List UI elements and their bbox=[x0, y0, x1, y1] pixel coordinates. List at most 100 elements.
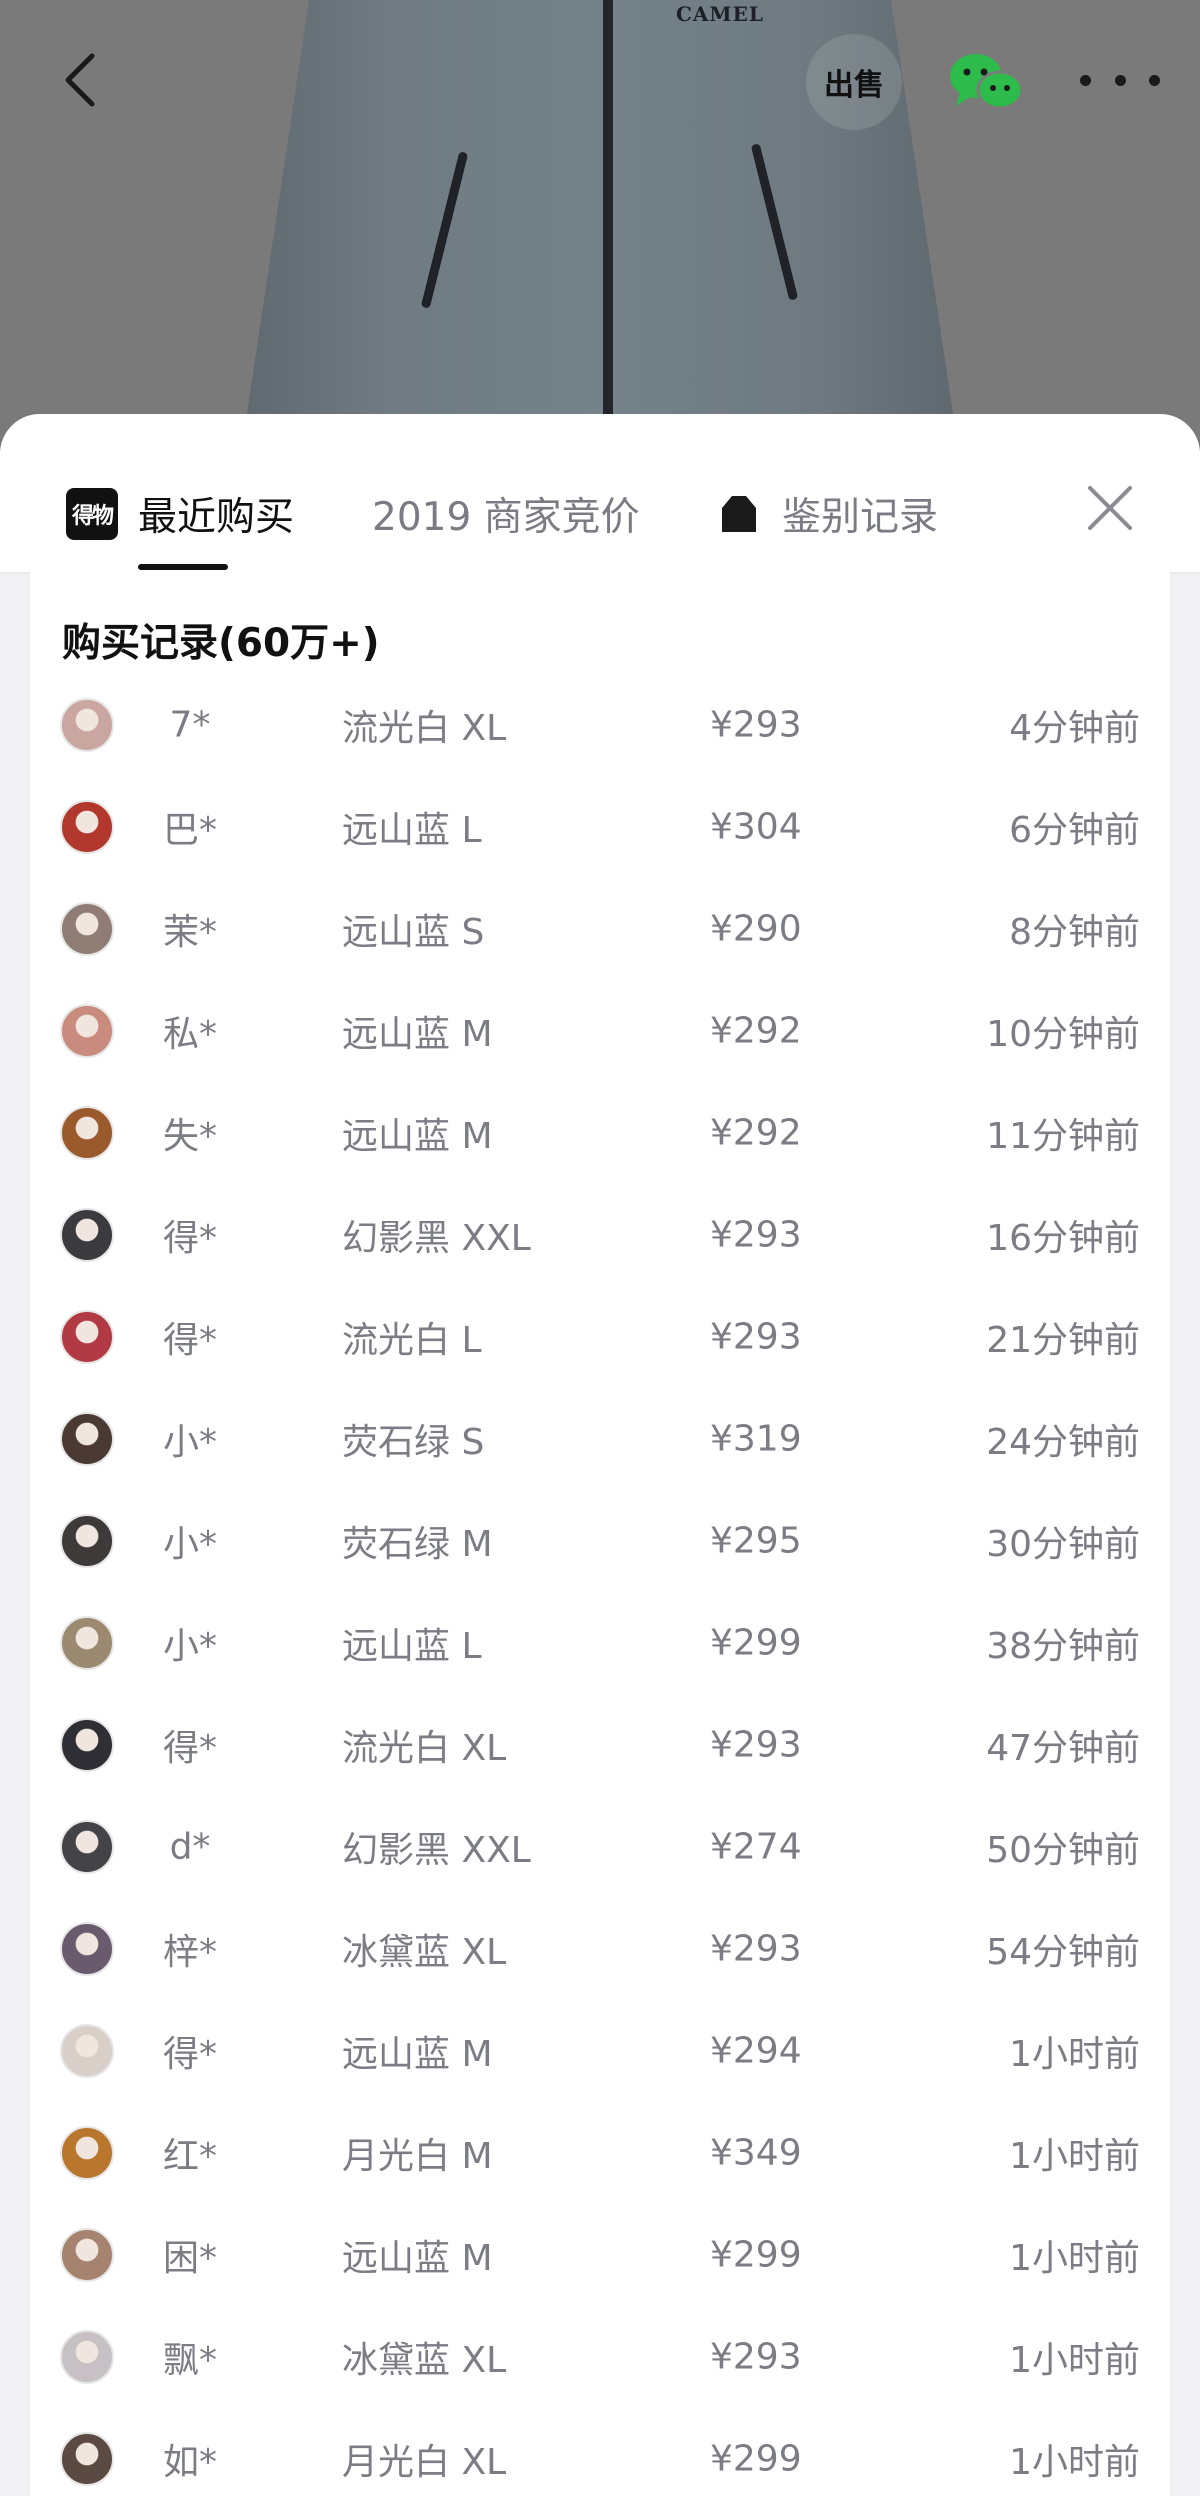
list-item[interactable]: 困* 远山蓝 M ¥299 1小时前 bbox=[30, 2204, 1170, 2306]
item-spec: 远山蓝 M bbox=[342, 2238, 493, 2279]
more-dot bbox=[1114, 74, 1126, 86]
item-spec: 流光白 XL bbox=[342, 708, 507, 749]
jacket-icon bbox=[722, 496, 756, 532]
item-spec: 冰黛蓝 XL bbox=[342, 1932, 507, 1973]
avatar bbox=[60, 1004, 114, 1058]
item-price: ¥299 bbox=[710, 2234, 802, 2276]
more-dot bbox=[1080, 74, 1091, 86]
list-item[interactable]: 得* 流光白 L ¥293 21分钟前 bbox=[30, 1286, 1170, 1388]
item-price: ¥292 bbox=[710, 1112, 802, 1154]
item-spec: 远山蓝 M bbox=[342, 1116, 493, 1157]
purchase-record-card: 购买记录(60万+) 7* 流光白 XL ¥293 4分钟前巴* 远山蓝 L ¥304 6分… bbox=[30, 572, 1170, 2496]
more-dot bbox=[1149, 74, 1160, 86]
tab-label: 2019 商家竞价 bbox=[372, 495, 640, 540]
purchase-time: 1小时前 bbox=[1009, 2238, 1140, 2279]
buyer-name: 得* bbox=[162, 1728, 217, 1769]
list-item[interactable]: 飘* 冰黛蓝 XL ¥293 1小时前 bbox=[30, 2306, 1170, 2408]
list-item[interactable]: 小* 远山蓝 L ¥299 38分钟前 bbox=[30, 1592, 1170, 1694]
buyer-name: 梓* bbox=[162, 1932, 217, 1973]
avatar bbox=[60, 698, 114, 752]
more-dots-icon[interactable] bbox=[1080, 60, 1160, 100]
avatar bbox=[60, 2228, 114, 2282]
list-item[interactable]: 茉* 远山蓝 S ¥290 8分钟前 bbox=[30, 878, 1170, 980]
list-item[interactable]: 得* 幻影黑 XXL ¥293 16分钟前 bbox=[30, 1184, 1170, 1286]
avatar bbox=[60, 1412, 114, 1466]
tab-bar: 得物 最近购买 2019 商家竞价 鉴别记录 bbox=[0, 414, 1200, 574]
item-price: ¥290 bbox=[710, 908, 802, 950]
item-spec: 月光白 M bbox=[342, 2136, 493, 2177]
list-item[interactable]: 如* 月光白 XL ¥299 1小时前 bbox=[30, 2408, 1170, 2496]
list-item[interactable]: d* 幻影黑 XXL ¥274 50分钟前 bbox=[30, 1796, 1170, 1898]
item-spec: 流光白 XL bbox=[342, 1728, 507, 1769]
item-price: ¥293 bbox=[710, 1316, 802, 1358]
dewu-logo-icon: 得物 bbox=[66, 488, 118, 540]
item-price: ¥349 bbox=[710, 2132, 802, 2174]
avatar bbox=[60, 902, 114, 956]
purchase-time: 21分钟前 bbox=[986, 1320, 1140, 1361]
avatar bbox=[60, 2330, 114, 2384]
buyer-name: 得* bbox=[162, 1320, 217, 1361]
purchase-time: 16分钟前 bbox=[986, 1218, 1140, 1259]
avatar bbox=[60, 1208, 114, 1262]
close-button[interactable] bbox=[1080, 478, 1140, 538]
sell-icon: 出售 bbox=[824, 68, 884, 103]
brand-logo: CAMEL bbox=[676, 2, 764, 26]
wechat-share-button[interactable] bbox=[946, 48, 1026, 118]
wechat-icon bbox=[950, 54, 1024, 110]
list-item[interactable]: 失* 远山蓝 M ¥292 11分钟前 bbox=[30, 1082, 1170, 1184]
purchase-record-list: 7* 流光白 XL ¥293 4分钟前 巴* 远山蓝 L ¥304 6分钟前 茉* 远山蓝 S ¥2… bbox=[30, 674, 1170, 2496]
avatar bbox=[60, 1718, 114, 1772]
list-item[interactable]: 梓* 冰黛蓝 XL ¥293 54分钟前 bbox=[30, 1898, 1170, 2000]
list-item[interactable]: 小* 荧石绿 M ¥295 30分钟前 bbox=[30, 1490, 1170, 1592]
purchase-time: 1小时前 bbox=[1009, 2442, 1140, 2483]
item-price: ¥293 bbox=[710, 1928, 802, 1970]
item-spec: 荧石绿 S bbox=[342, 1422, 485, 1463]
tab-label: 最近购买 bbox=[138, 495, 295, 540]
tab-merchant-bidding[interactable]: 2019 商家竞价 bbox=[372, 474, 640, 554]
back-button[interactable] bbox=[50, 48, 110, 112]
purchase-time: 4分钟前 bbox=[1009, 708, 1140, 749]
tab-recent-purchase[interactable]: 得物 最近购买 bbox=[66, 474, 294, 554]
item-spec: 冰黛蓝 XL bbox=[342, 2340, 507, 2381]
purchase-time: 8分钟前 bbox=[1009, 912, 1140, 953]
chevron-left-icon bbox=[65, 53, 95, 107]
avatar bbox=[60, 1310, 114, 1364]
list-item[interactable]: 小* 荧石绿 S ¥319 24分钟前 bbox=[30, 1388, 1170, 1490]
avatar bbox=[60, 1106, 114, 1160]
purchase-time: 30分钟前 bbox=[986, 1524, 1140, 1565]
list-item[interactable]: 7* 流光白 XL ¥293 4分钟前 bbox=[30, 674, 1170, 776]
purchase-time: 24分钟前 bbox=[986, 1422, 1140, 1463]
item-price: ¥319 bbox=[710, 1418, 802, 1460]
item-spec: 远山蓝 L bbox=[342, 810, 482, 851]
item-spec: 远山蓝 L bbox=[342, 1626, 482, 1667]
item-spec: 远山蓝 M bbox=[342, 1014, 493, 1055]
purchase-sheet: 得物 最近购买 2019 商家竞价 鉴别记录 购买记录(60万+) 7* 流光白 … bbox=[0, 414, 1200, 2496]
buyer-name: 困* bbox=[162, 2238, 217, 2279]
buyer-name: 红* bbox=[162, 2136, 217, 2177]
list-item[interactable]: 巴* 远山蓝 L ¥304 6分钟前 bbox=[30, 776, 1170, 878]
item-price: ¥274 bbox=[710, 1826, 802, 1868]
tab-authentication-records[interactable]: 鉴别记录 bbox=[720, 474, 938, 554]
buyer-name: 飘* bbox=[162, 2340, 217, 2381]
purchase-record-title: 购买记录(60万+) bbox=[62, 621, 380, 666]
sell-button[interactable]: 出售 bbox=[806, 34, 902, 130]
buyer-name: 私* bbox=[162, 1014, 217, 1055]
avatar bbox=[60, 2126, 114, 2180]
item-price: ¥299 bbox=[710, 2438, 802, 2480]
avatar bbox=[60, 2024, 114, 2078]
buyer-name: 小* bbox=[162, 1524, 217, 1565]
purchase-time: 6分钟前 bbox=[1009, 810, 1140, 851]
close-icon bbox=[1088, 486, 1132, 530]
avatar bbox=[60, 800, 114, 854]
item-price: ¥293 bbox=[710, 1724, 802, 1766]
list-item[interactable]: 得* 远山蓝 M ¥294 1小时前 bbox=[30, 2000, 1170, 2102]
list-item[interactable]: 得* 流光白 XL ¥293 47分钟前 bbox=[30, 1694, 1170, 1796]
purchase-time: 10分钟前 bbox=[986, 1014, 1140, 1055]
list-item[interactable]: 私* 远山蓝 M ¥292 10分钟前 bbox=[30, 980, 1170, 1082]
item-spec: 远山蓝 S bbox=[342, 912, 485, 953]
buyer-name: d* bbox=[169, 1826, 211, 1868]
buyer-name: 7* bbox=[169, 704, 211, 746]
purchase-time: 1小时前 bbox=[1009, 2340, 1140, 2381]
list-item[interactable]: 红* 月光白 M ¥349 1小时前 bbox=[30, 2102, 1170, 2204]
active-tab-indicator bbox=[138, 564, 228, 570]
